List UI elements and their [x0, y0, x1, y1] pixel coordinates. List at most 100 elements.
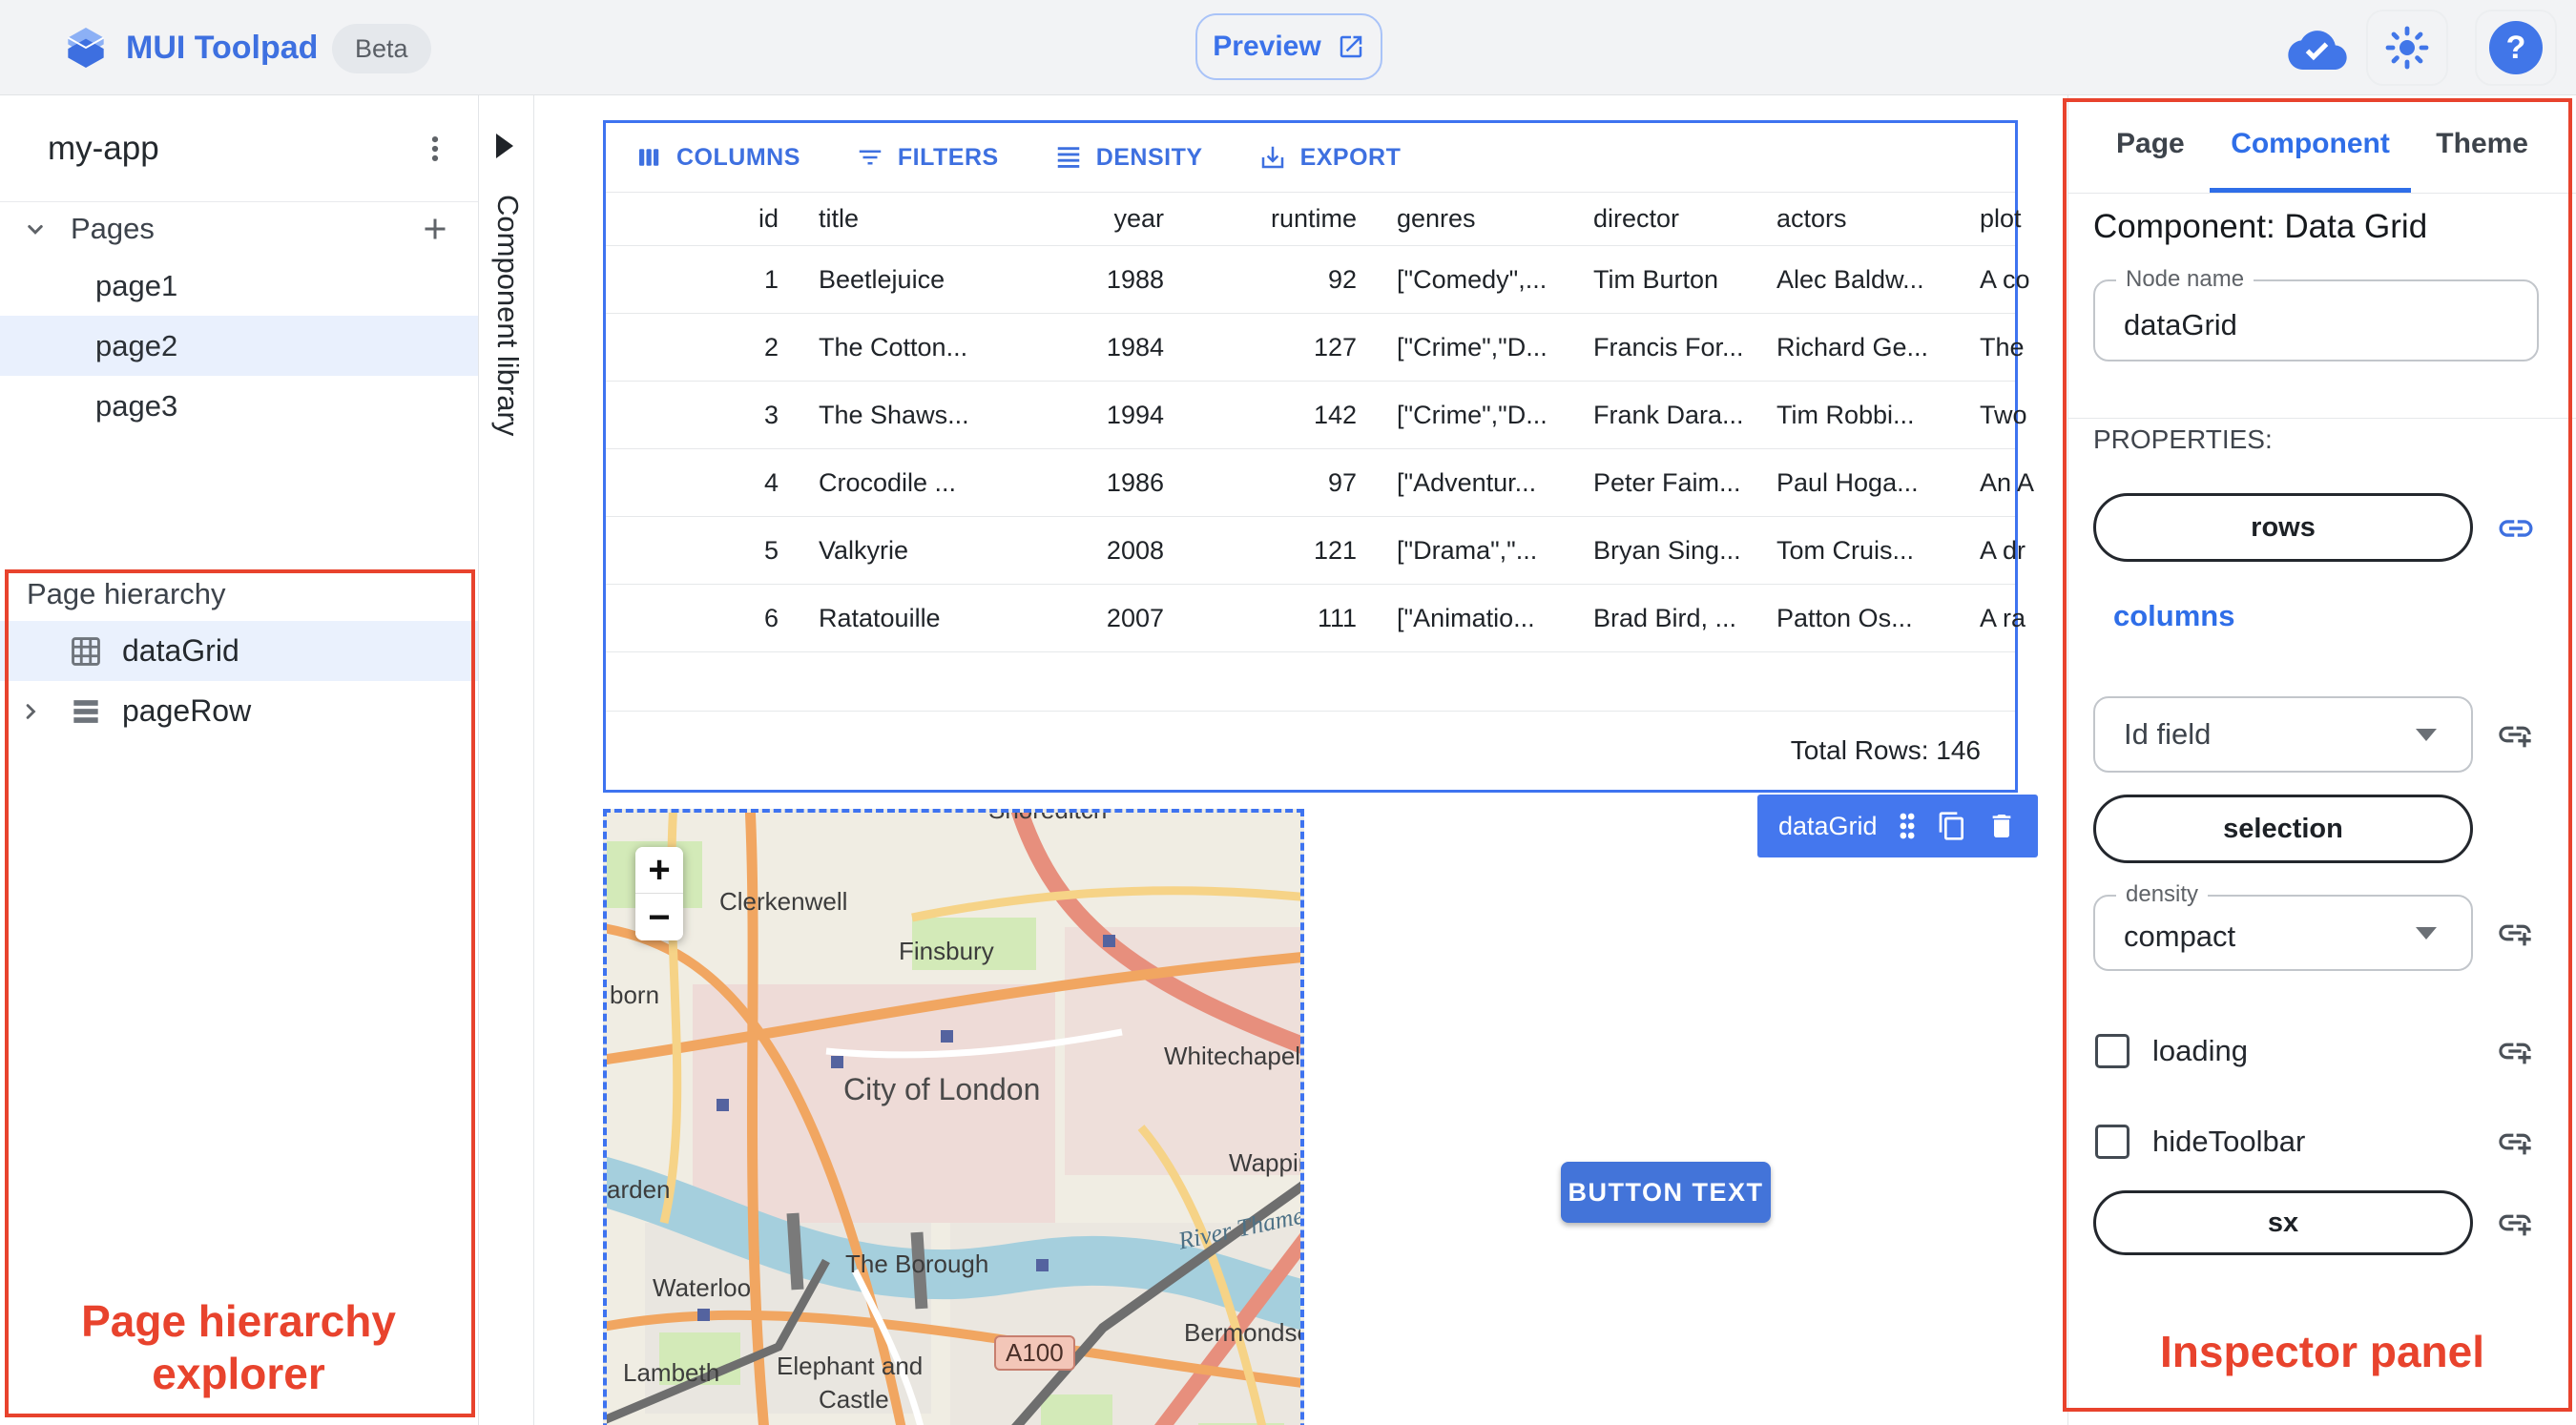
map-place-label: Elephant and [777, 1352, 924, 1380]
sidebar-page-item[interactable]: page3 [0, 376, 478, 436]
link-icon[interactable] [2496, 508, 2536, 548]
column-header-actors[interactable]: actors [1759, 193, 1963, 245]
column-header-title[interactable]: title [801, 193, 1016, 245]
add-page-button[interactable] [412, 206, 458, 252]
cell-runtime: 111 [1317, 603, 1357, 632]
pages-section-header[interactable]: Pages [0, 202, 478, 256]
add-link-icon[interactable] [2496, 1123, 2534, 1161]
selection-chip[interactable]: dataGrid [1757, 795, 2038, 857]
add-link-icon[interactable] [2496, 1204, 2534, 1242]
page-hierarchy-annotation-label: Page hierarchy explorer [81, 1296, 396, 1399]
toolbar-density-button[interactable]: DENSITY [1054, 143, 1203, 172]
map-place-label: born [610, 981, 660, 1009]
cell-director: Peter Faim... [1593, 467, 1741, 497]
tab-page[interactable]: Page [2107, 95, 2194, 193]
map-place-label: Shoreditch [988, 809, 1108, 824]
expand-right-icon [496, 134, 513, 158]
zoom-out-button[interactable]: − [635, 894, 683, 940]
project-menu-button[interactable] [408, 122, 462, 176]
cell-runtime: 142 [1313, 400, 1357, 429]
tab-component[interactable]: Component [2210, 95, 2411, 193]
caret-down-icon [2416, 926, 2437, 940]
add-link-icon[interactable] [2496, 715, 2534, 754]
cell-actors: Tim Robbi... [1776, 400, 1915, 429]
node-name-input[interactable] [2095, 281, 2537, 360]
map-labels: Shoreditch Clerkenwell Finsbury born Whitech… [607, 813, 1300, 1425]
map-component[interactable]: Shoreditch Clerkenwell Finsbury born Whitech… [603, 809, 1304, 1425]
drag-handle-icon[interactable] [1897, 812, 1918, 840]
zoom-in-button[interactable]: + [635, 847, 683, 894]
brightness-sun-icon [2384, 25, 2430, 71]
column-header-genres[interactable]: genres [1380, 193, 1576, 245]
table-row[interactable]: 2 The Cotton... 1984 127 ["Crime","D... Franc… [606, 314, 2025, 382]
cell-year: 1984 [1106, 332, 1164, 361]
datagrid-component[interactable]: COLUMNS FILTERS DENSITY EXPORT id title year r… [603, 120, 2034, 793]
preview-button[interactable]: Preview [1195, 13, 1382, 80]
selection-property-button[interactable]: selection [2093, 795, 2473, 863]
toolbar-export-button[interactable]: EXPORT [1258, 143, 1402, 172]
table-row[interactable]: 3 The Shaws... 1994 142 ["Crime","D... Frank … [606, 382, 2027, 449]
datagrid-footer: Total Rows: 146 [606, 711, 2015, 790]
id-field-select[interactable]: Id field [2093, 696, 2473, 773]
map-place-label: Bermondsey [1184, 1318, 1300, 1347]
columns-property-link[interactable]: columns [2113, 599, 2234, 633]
map-place-label: City of London [843, 1072, 1041, 1106]
sync-status-button[interactable] [2276, 10, 2358, 86]
table-row[interactable]: 4 Crocodile ... 1986 97 ["Adventur... Peter F… [606, 449, 2034, 517]
loading-checkbox[interactable] [2095, 1034, 2129, 1068]
column-header-runtime[interactable]: runtime [1187, 193, 1380, 245]
table-row[interactable]: 1 Beetlejuice 1988 92 ["Comedy",... Tim Burto… [606, 246, 2030, 314]
hierarchy-node-pageRow[interactable]: pageRow [0, 681, 478, 741]
cell-title: Valkyrie [819, 535, 909, 565]
node-name-label: Node name [2116, 266, 2254, 293]
theme-toggle-button[interactable] [2366, 10, 2448, 86]
add-link-icon[interactable] [2496, 914, 2534, 952]
total-rows-count: Total Rows: 146 [1790, 735, 1981, 765]
map-place-label: Wapping [1229, 1148, 1300, 1177]
selection-chip-label: dataGrid [1778, 811, 1878, 840]
sidebar-page-item[interactable]: page1 [0, 256, 478, 316]
density-label: density [2116, 881, 2209, 908]
column-header-id[interactable]: id [606, 193, 801, 245]
rows-property-button[interactable]: rows [2093, 493, 2473, 562]
sidebar-page-item[interactable]: page2 [0, 316, 478, 376]
cell-actors: Alec Baldw... [1776, 264, 1924, 294]
cell-year: 1986 [1106, 467, 1164, 497]
column-header-year[interactable]: year [1016, 193, 1187, 245]
hierarchy-node-dataGrid[interactable]: dataGrid [0, 621, 478, 681]
density-icon [1054, 143, 1083, 172]
help-button[interactable]: ? [2475, 10, 2557, 86]
cell-id: 6 [763, 603, 779, 632]
table-row[interactable]: 5 Valkyrie 2008 121 ["Drama","... Bryan Sing.… [606, 517, 2025, 585]
cell-title: Beetlejuice [819, 264, 945, 294]
grid-icon [67, 633, 105, 670]
sx-property-button[interactable]: sx [2093, 1190, 2473, 1255]
columns-icon [634, 143, 663, 172]
map-zoom-control: + − [635, 847, 683, 940]
add-link-icon[interactable] [2496, 1032, 2534, 1070]
cell-actors: Tom Cruis... [1776, 535, 1915, 565]
page-hierarchy-tree: dataGrid pageRow [0, 621, 478, 741]
toolbar-filters-button[interactable]: FILTERS [856, 143, 999, 172]
button-component[interactable]: BUTTON TEXT [1561, 1162, 1771, 1223]
toolbar-button-label: FILTERS [897, 143, 999, 171]
cell-runtime: 127 [1313, 332, 1357, 361]
page-item-label: page2 [95, 328, 178, 362]
tab-theme[interactable]: Theme [2426, 95, 2538, 193]
node-name-field[interactable]: Node name [2093, 266, 2539, 361]
duplicate-icon[interactable] [1937, 811, 1967, 841]
map-place-label: Castle [819, 1385, 889, 1414]
cell-title: Ratatouille [819, 603, 941, 632]
cell-id: 3 [763, 400, 779, 429]
toolbar-columns-button[interactable]: COLUMNS [634, 143, 800, 172]
column-header-director[interactable]: director [1576, 193, 1759, 245]
cell-director: Tim Burton [1593, 264, 1719, 294]
component-library-strip[interactable]: Component library [479, 95, 534, 1425]
cell-runtime: 92 [1327, 264, 1357, 294]
table-row[interactable]: 6 Ratatouille 2007 111 ["Animatio... Brad Bir… [606, 585, 2025, 652]
delete-icon[interactable] [1986, 811, 2017, 841]
chevron-right-icon[interactable] [10, 698, 52, 725]
help-icon: ? [2489, 21, 2543, 74]
hideToolbar-checkbox[interactable] [2095, 1125, 2129, 1159]
density-select[interactable]: density compact [2093, 881, 2473, 971]
